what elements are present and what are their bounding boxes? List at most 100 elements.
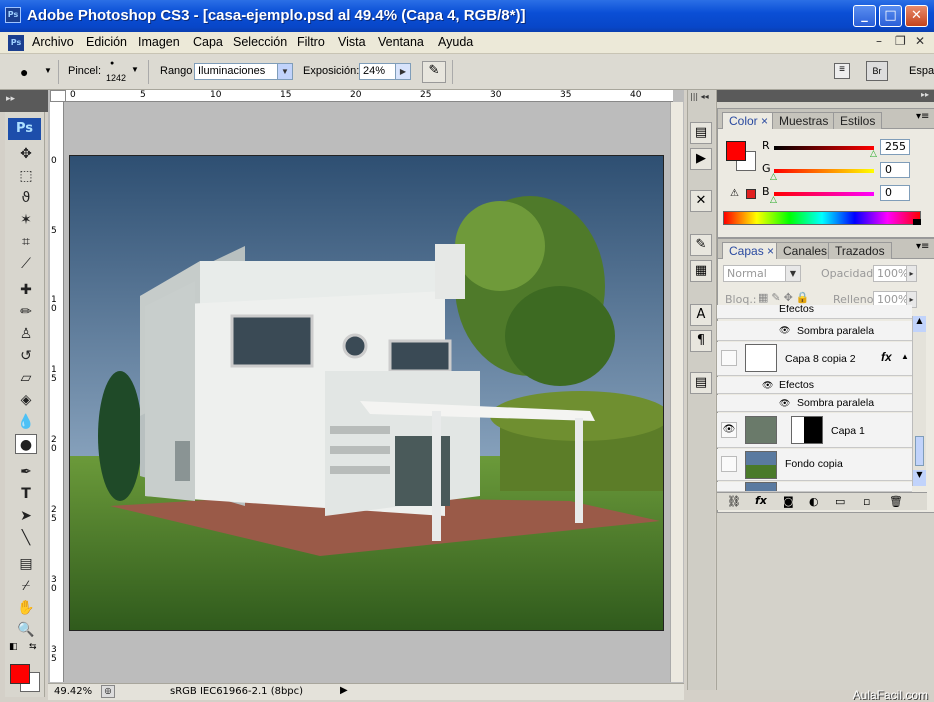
crop-tool-icon[interactable]: ⌗	[15, 232, 37, 252]
layer-row[interactable]: 👁 Capa 1	[717, 413, 912, 448]
brushes-panel-icon[interactable]: ✎	[690, 234, 712, 256]
layer-effect-row[interactable]: 👁 Sombra paralela	[717, 395, 912, 412]
type-tool-icon[interactable]: T	[15, 484, 37, 504]
brush-dropdown-icon[interactable]: ▼	[131, 65, 139, 74]
line-tool-icon[interactable]: ╲	[15, 528, 37, 548]
collapse-icon[interactable]: ||| ◂◂	[690, 92, 709, 101]
layer-thumbnail[interactable]	[745, 482, 777, 491]
tool-presets-icon[interactable]: ✕	[690, 190, 712, 212]
visibility-toggle[interactable]	[721, 456, 737, 472]
layer-row[interactable]	[717, 482, 912, 492]
path-selection-tool-icon[interactable]: ➤	[15, 506, 37, 526]
eyedropper-tool-icon[interactable]: ⌿	[15, 576, 37, 596]
clone-source-icon[interactable]: ▦	[690, 260, 712, 282]
character-panel-icon[interactable]: A	[690, 304, 712, 326]
layer-effects-row[interactable]: Efectos	[717, 305, 912, 319]
doc-close-icon[interactable]: ✕	[915, 34, 925, 48]
swap-colors-icon[interactable]: ⇆	[29, 642, 37, 652]
layer-effects-row[interactable]: 👁 Efectos	[717, 377, 912, 394]
collapse-icon[interactable]: ▸▸	[6, 94, 15, 104]
info-icon[interactable]: ◎	[101, 685, 115, 698]
layer-thumbnail[interactable]	[745, 416, 777, 444]
eraser-tool-icon[interactable]: ▱	[15, 368, 37, 388]
default-colors-icon[interactable]: ◧	[9, 642, 18, 652]
layer-row[interactable]: Capa 8 copia 2 fx ▲	[717, 342, 912, 376]
dodge-tool-icon[interactable]: ●	[20, 64, 28, 80]
layer-name[interactable]: Capa 1	[831, 425, 865, 437]
layer-mask-thumbnail[interactable]	[791, 416, 823, 444]
tab-capas[interactable]: Capas ×	[722, 242, 782, 259]
out-of-gamut-warning-icon[interactable]: ⚠	[730, 188, 739, 199]
paragraph-panel-icon[interactable]: ¶	[690, 330, 712, 352]
bridge-icon[interactable]: Br	[866, 61, 888, 81]
close-button[interactable]: ✕	[905, 5, 928, 27]
chevron-down-icon[interactable]: ▼	[44, 66, 52, 75]
eye-icon[interactable]: 👁	[721, 422, 737, 438]
layer-effect-row[interactable]: 👁 Sombra paralela	[717, 321, 912, 341]
tab-muestras[interactable]: Muestras	[772, 112, 836, 129]
menu-ventana[interactable]: Ventana	[378, 35, 424, 49]
history-panel-icon[interactable]: ▤	[690, 122, 712, 144]
foreground-color-swatch[interactable]	[10, 664, 30, 684]
brush-preview-icon[interactable]: ●	[110, 60, 114, 67]
eye-icon[interactable]: 👁	[779, 398, 790, 409]
g-input[interactable]: 0	[880, 162, 910, 178]
scroll-thumb[interactable]	[915, 436, 924, 466]
tab-color[interactable]: Color ×	[722, 112, 776, 129]
zoom-level[interactable]: 49.42%	[54, 686, 92, 697]
g-slider[interactable]	[774, 169, 874, 173]
link-layers-icon[interactable]: ⛓	[727, 495, 741, 508]
move-tool-icon[interactable]: ✥	[15, 144, 37, 164]
black-swatch[interactable]	[913, 219, 921, 225]
tab-trazados[interactable]: Trazados	[828, 242, 892, 259]
layer-name[interactable]: Capa 8 copia 2	[785, 353, 856, 365]
g-slider-handle[interactable]: △	[770, 172, 777, 182]
workspace-label[interactable]: Espa	[909, 65, 934, 77]
b-slider-handle[interactable]: △	[770, 195, 777, 205]
exposure-field[interactable]: 24% ▶	[359, 63, 411, 80]
layer-thumbnail[interactable]	[745, 344, 777, 372]
r-slider-handle[interactable]: △	[870, 149, 877, 159]
paint-bucket-tool-icon[interactable]: ◈	[15, 390, 37, 410]
history-brush-tool-icon[interactable]: ↺	[15, 346, 37, 366]
photoshop-app-icon[interactable]: Ps	[5, 7, 21, 23]
eye-icon[interactable]: 👁	[779, 325, 790, 336]
zoom-tool-icon[interactable]: 🔍	[15, 620, 37, 640]
menu-capa[interactable]: Capa	[193, 35, 223, 49]
vertical-scrollbar[interactable]	[670, 102, 683, 682]
dodge-tool-icon[interactable]: ●	[15, 434, 37, 454]
marquee-tool-icon[interactable]: ⬚	[15, 166, 37, 186]
chevron-up-icon[interactable]: ▲	[901, 352, 909, 361]
foreground-color-swatch[interactable]	[726, 141, 746, 161]
minimize-button[interactable]: _	[853, 5, 876, 27]
r-slider[interactable]	[774, 146, 874, 150]
slice-tool-icon[interactable]: ⟋	[15, 254, 37, 274]
menu-edicion[interactable]: Edición	[86, 35, 127, 49]
lock-icons[interactable]: ▦✎✥🔒	[758, 291, 813, 304]
menu-seleccion[interactable]: Selección	[233, 35, 287, 49]
color-ramp[interactable]	[723, 211, 921, 225]
visibility-toggle[interactable]	[721, 350, 737, 366]
toolbox-header[interactable]: ▸▸	[0, 90, 48, 112]
lasso-tool-icon[interactable]: ϑ	[15, 188, 37, 208]
maximize-button[interactable]: □	[879, 5, 902, 27]
range-select[interactable]: Iluminaciones ▼	[194, 63, 293, 80]
toolbox-badge[interactable]: Ps	[8, 118, 41, 140]
document-canvas[interactable]	[69, 155, 664, 631]
menu-ayuda[interactable]: Ayuda	[438, 35, 473, 49]
blend-mode-select[interactable]: Normal ▼	[723, 265, 801, 282]
document-icon[interactable]: Ps	[8, 35, 24, 51]
trash-icon[interactable]: 🗑	[889, 495, 903, 508]
healing-brush-tool-icon[interactable]: ✚	[15, 280, 37, 300]
b-input[interactable]: 0	[880, 185, 910, 201]
pen-tool-icon[interactable]: ✒	[15, 462, 37, 482]
opacity-field[interactable]: 100% ▸	[873, 265, 917, 282]
magic-wand-tool-icon[interactable]: ✶	[15, 210, 37, 230]
ruler-origin[interactable]	[50, 90, 66, 102]
layer-row[interactable]: Fondo copia	[717, 449, 912, 481]
adjustment-layer-icon[interactable]: ◐	[809, 495, 819, 508]
b-slider[interactable]	[774, 192, 874, 196]
clone-stamp-tool-icon[interactable]: ♙	[15, 324, 37, 344]
r-input[interactable]: 255	[880, 139, 910, 155]
scroll-down-icon[interactable]: ▼	[913, 470, 926, 486]
